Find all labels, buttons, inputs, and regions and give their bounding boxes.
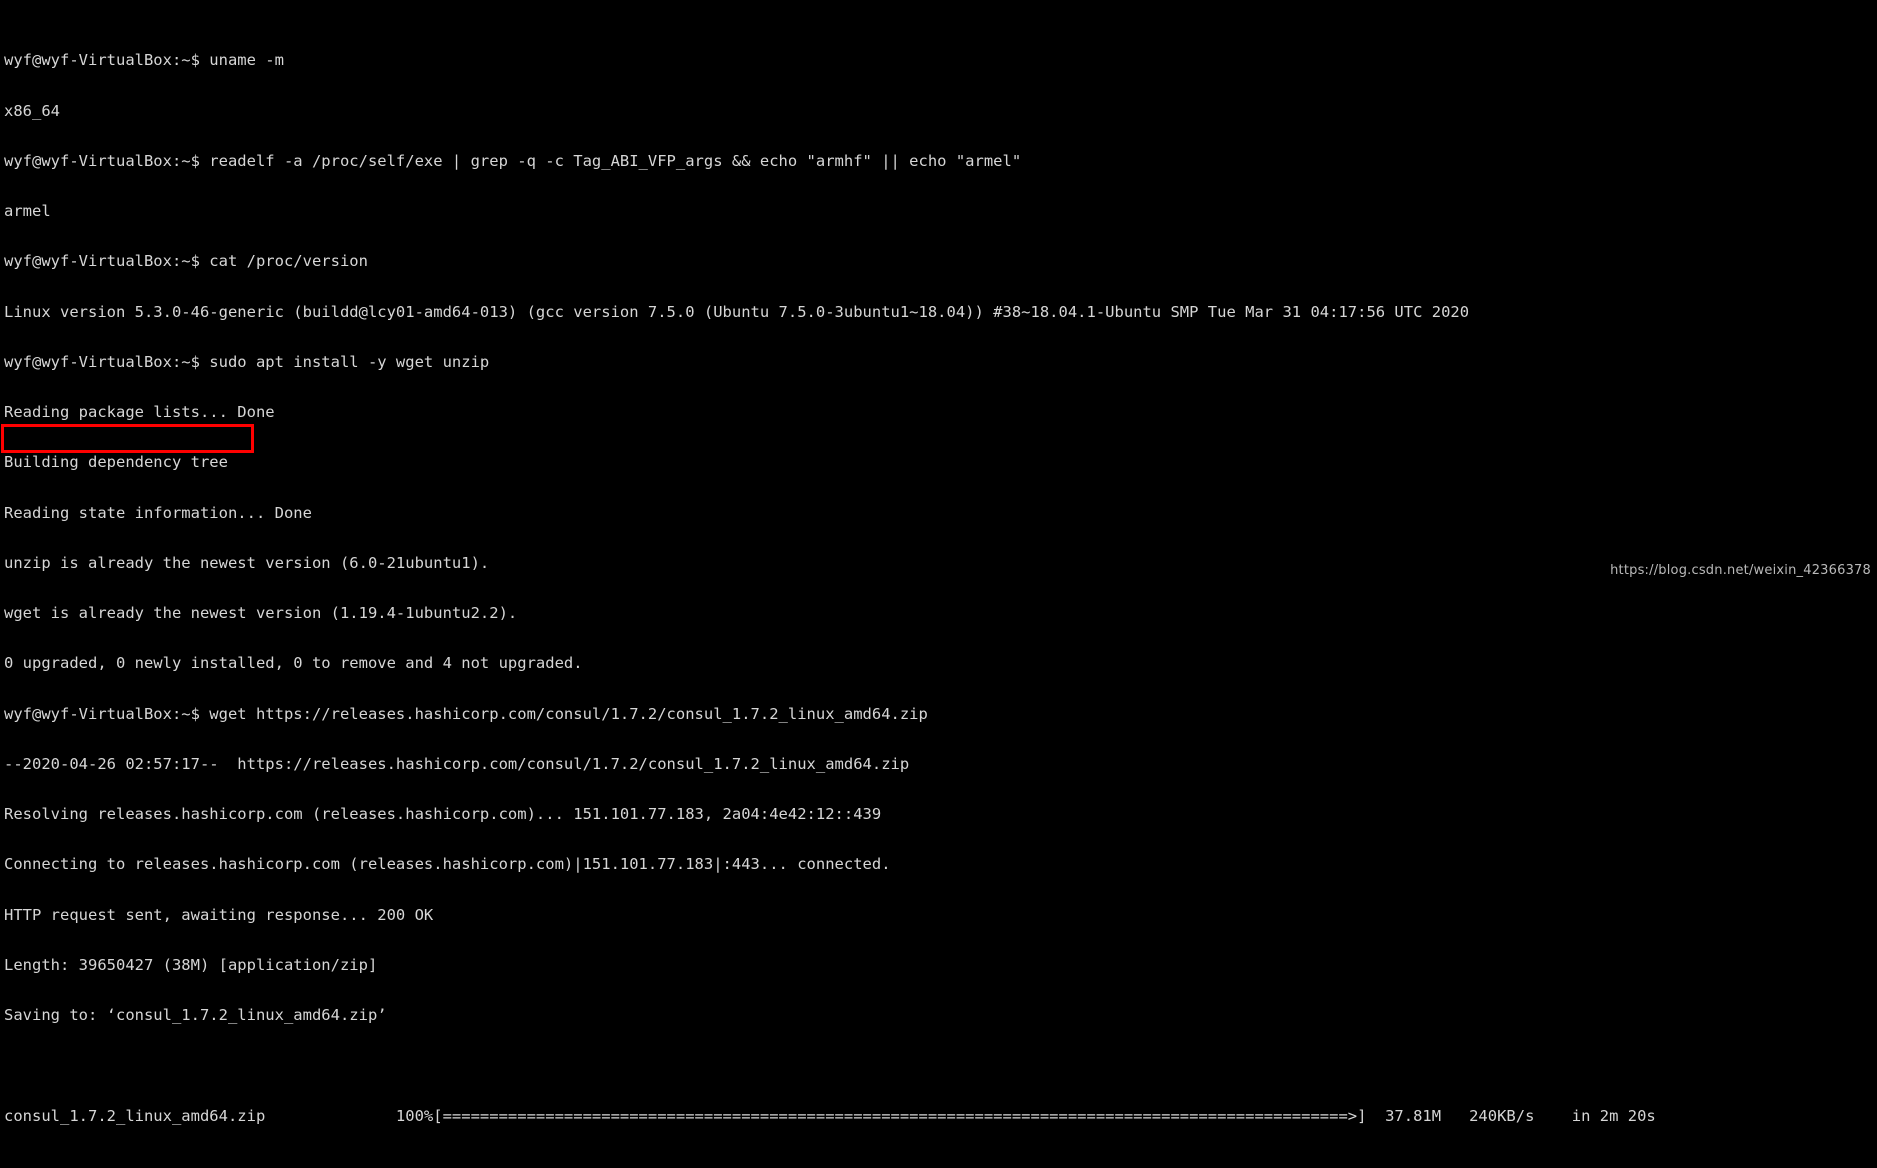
terminal-line: armel [4, 202, 51, 220]
terminal-line: Reading state information... Done [4, 503, 312, 522]
terminal-line: HTTP request sent, awaiting response... … [4, 905, 434, 924]
terminal-line: wyf@wyf-VirtualBox:~$ readelf -a /proc/s… [4, 151, 1022, 170]
terminal-line: Resolving releases.hashicorp.com (releas… [4, 805, 882, 823]
terminal-line-progress: consul_1.7.2_linux_amd64.zip 100%[======… [4, 1106, 1656, 1125]
terminal-line: Reading package lists... Done [4, 403, 275, 421]
terminal-line: wyf@wyf-VirtualBox:~$ uname -m [4, 51, 284, 70]
watermark-text: https://blog.csdn.net/weixin_42366378 [1610, 563, 1871, 579]
terminal-line: wyf@wyf-VirtualBox:~$ wget https://relea… [4, 704, 928, 723]
terminal-line: Saving to: ‘consul_1.7.2_linux_amd64.zip… [4, 1006, 387, 1024]
terminal-line: Linux version 5.3.0-46-generic (buildd@l… [4, 302, 1470, 321]
terminal-line: Connecting to releases.hashicorp.com (re… [4, 855, 891, 874]
terminal-line: wget is already the newest version (1.19… [4, 604, 518, 622]
red-highlight-box [1, 424, 254, 453]
terminal-line: --2020-04-26 02:57:17-- https://releases… [4, 754, 910, 773]
terminal-line: Building dependency tree [4, 453, 228, 472]
terminal-line: unzip is already the newest version (6.0… [4, 553, 490, 572]
terminal-line: x86_64 [4, 101, 60, 120]
terminal-line: wyf@wyf-VirtualBox:~$ cat /proc/version [4, 252, 368, 271]
terminal-window[interactable]: wyf@wyf-VirtualBox:~$ uname -m x86_64 wy… [0, 0, 1877, 1124]
terminal-line: wyf@wyf-VirtualBox:~$ sudo apt install -… [4, 352, 490, 371]
terminal-line: 0 upgraded, 0 newly installed, 0 to remo… [4, 654, 583, 673]
terminal-line: Length: 39650427 (38M) [application/zip] [4, 955, 378, 974]
